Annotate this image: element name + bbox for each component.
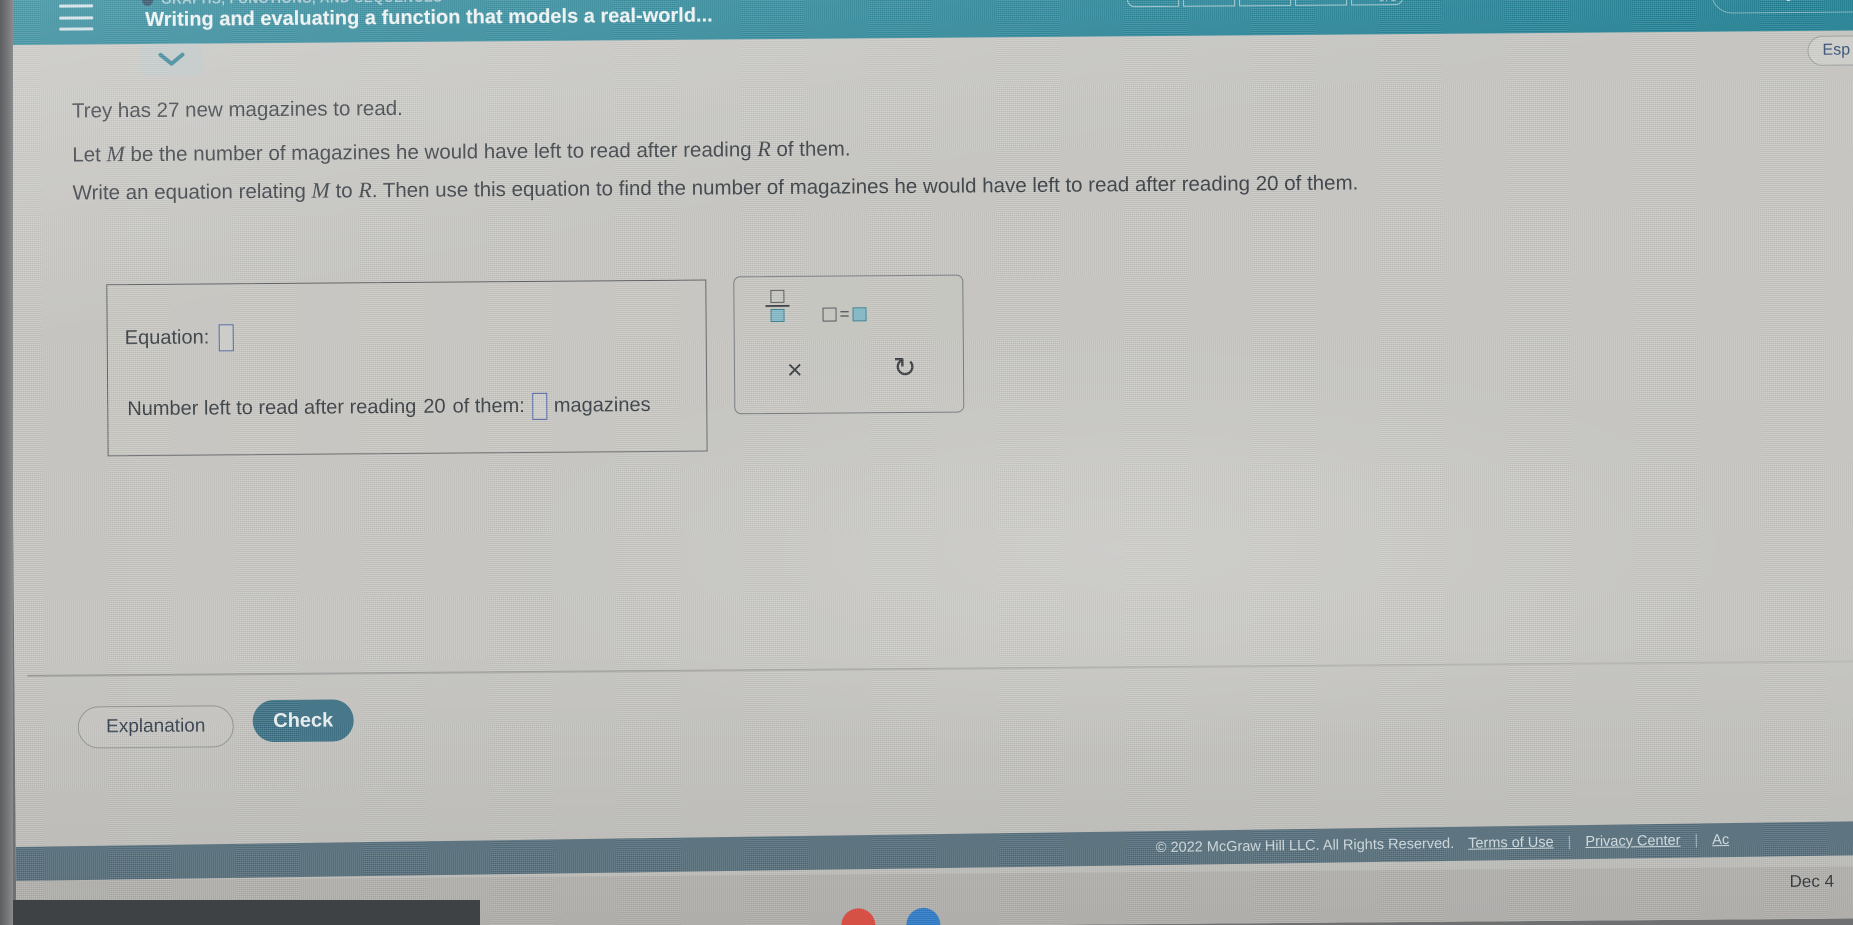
taskbar-app-icon-red[interactable]: [841, 908, 876, 925]
progress-segment: [1183, 0, 1236, 7]
number-label-value: 20: [423, 395, 446, 418]
equation-icon[interactable]: =: [822, 304, 867, 324]
breadcrumb: GRAPHS, FUNCTIONS, AND SEQUENCES: [161, 0, 443, 7]
fraction-denominator: [770, 308, 785, 323]
desk-edge: [0, 900, 480, 925]
screen-photo: GRAPHS, FUNCTIONS, AND SEQUENCES Writing…: [0, 0, 1853, 925]
question-text: to: [329, 179, 359, 203]
bullet-icon: [142, 0, 154, 6]
unit-label: magazines: [553, 393, 651, 417]
question-text: of them.: [1278, 171, 1359, 196]
variable-m: M: [106, 141, 125, 167]
chevron-down-icon: [158, 52, 185, 66]
equation-input[interactable]: [218, 324, 234, 352]
user-name: Ariyana: [1759, 0, 1829, 3]
variable-m: M: [311, 177, 330, 203]
copyright-text: © 2022 McGraw Hill LLC. All Rights Reser…: [1155, 835, 1455, 857]
taskbar-date: Dec 4: [1789, 871, 1835, 892]
question-text: of them.: [770, 137, 851, 162]
privacy-center-link[interactable]: Privacy Center: [1585, 833, 1680, 850]
number-input[interactable]: [531, 392, 547, 420]
clear-icon[interactable]: ×: [787, 355, 803, 385]
answer-card: Equation: Number left to read after read…: [106, 279, 708, 457]
footer-separator: |: [1567, 834, 1572, 851]
question-text: new magazines to read.: [179, 96, 403, 122]
question-text: be the number of magazines he would have…: [124, 138, 758, 167]
collapse-panel-toggle[interactable]: [140, 43, 203, 76]
hamburger-menu-icon[interactable]: [59, 4, 94, 31]
language-button[interactable]: Esp: [1807, 34, 1853, 66]
question-text: Write an equation relating: [72, 179, 312, 205]
equation-right-box: [852, 307, 867, 322]
question-text: . Then use this equation to find the num…: [371, 172, 1256, 203]
equation-left-box: [822, 307, 837, 322]
number-label-a: Number left to read after reading: [127, 395, 417, 421]
equals-sign: =: [839, 304, 850, 324]
question-text: Trey has: [71, 98, 157, 123]
fraction-icon[interactable]: [760, 289, 794, 323]
fraction-bar: [765, 304, 790, 308]
question-text: Let: [72, 143, 107, 167]
question-number: 20: [1255, 172, 1279, 196]
fraction-numerator: [770, 289, 785, 304]
progress-segment: [1239, 0, 1292, 7]
taskbar-app-icon-blue[interactable]: [906, 907, 941, 925]
variable-r: R: [757, 136, 771, 162]
monitor-bezel: [0, 0, 13, 925]
progress-bar: [1127, 0, 1404, 8]
variable-r: R: [358, 177, 372, 203]
progress-segment: [1127, 0, 1180, 8]
page-title: Writing and evaluating a function that m…: [145, 4, 713, 31]
undo-icon[interactable]: ↺: [893, 352, 917, 383]
accessibility-link[interactable]: Ac: [1712, 832, 1729, 848]
number-label-b: of them:: [452, 394, 525, 418]
question-number: 27: [156, 98, 180, 122]
question-line-1: Trey has 27 new magazines to read.: [72, 97, 403, 124]
check-button[interactable]: Check: [252, 699, 354, 743]
terms-of-use-link[interactable]: Terms of Use: [1468, 835, 1554, 852]
user-menu[interactable]: Ariyana ▼: [1710, 0, 1853, 14]
equation-row: Equation:: [125, 324, 234, 352]
number-row: Number left to read after reading 20 of …: [127, 392, 651, 423]
screen-content: GRAPHS, FUNCTIONS, AND SEQUENCES Writing…: [9, 0, 1853, 925]
score-label: 0/5: [1378, 0, 1398, 4]
footer-separator: |: [1694, 832, 1699, 849]
progress-segment: [1295, 0, 1348, 6]
equation-label: Equation:: [124, 326, 210, 350]
math-keypad: = × ↺: [733, 274, 965, 415]
explanation-button[interactable]: Explanation: [77, 705, 234, 749]
